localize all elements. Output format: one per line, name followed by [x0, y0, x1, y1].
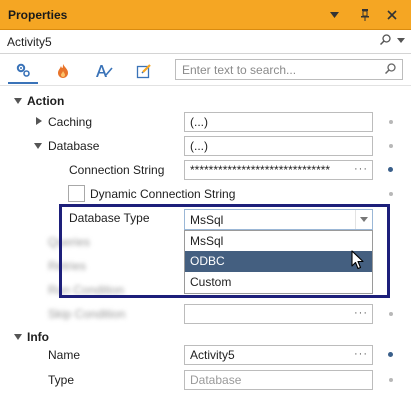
dynamic-connection-string-checkbox[interactable] — [68, 185, 85, 202]
properties-toolbar — [0, 54, 411, 86]
tab-all-properties[interactable] — [8, 58, 38, 84]
property-search[interactable] — [175, 59, 403, 80]
property-label: Database — [48, 139, 100, 153]
collapse-arrow-icon[interactable] — [34, 141, 42, 151]
category-label: Action — [27, 94, 65, 108]
search-icon[interactable] — [379, 34, 391, 48]
chevron-down-icon — [329, 12, 339, 18]
property-label: Dynamic Connection String — [90, 187, 236, 201]
modified-value-indicator[interactable] — [388, 352, 393, 357]
caching-value[interactable]: (...) — [184, 112, 373, 132]
tab-appearance[interactable] — [89, 58, 119, 84]
search-input[interactable] — [176, 60, 376, 79]
chevron-down-icon[interactable] — [397, 35, 405, 46]
pin-icon — [361, 9, 369, 21]
property-row-type[interactable]: Type Database — [0, 368, 411, 392]
flame-icon — [58, 64, 68, 78]
default-value-indicator[interactable] — [389, 144, 393, 148]
close-icon — [387, 10, 397, 20]
property-row-dynamic-connection-string[interactable]: Dynamic Connection String — [0, 182, 411, 206]
category-label: Info — [27, 330, 49, 344]
property-row-skip-condition[interactable]: Skip Condition ··· — [0, 302, 411, 326]
type-value: Database — [184, 370, 373, 390]
properties-title-bar: Properties — [0, 0, 411, 30]
window-title: Properties — [8, 8, 68, 22]
property-row-caching[interactable]: Caching (...) — [0, 110, 411, 134]
property-row-database[interactable]: Database (...) — [0, 134, 411, 158]
window-options-button[interactable] — [325, 6, 343, 24]
tab-custom[interactable] — [129, 58, 159, 84]
ellipsis-button[interactable]: ··· — [354, 348, 368, 360]
skip-condition-value[interactable]: ··· — [184, 304, 373, 324]
default-value-indicator[interactable] — [389, 120, 393, 124]
default-value-indicator[interactable] — [389, 192, 393, 196]
default-value-indicator[interactable] — [389, 312, 393, 316]
tab-events[interactable] — [48, 58, 78, 84]
default-value-indicator[interactable] — [389, 378, 393, 382]
collapse-arrow-icon[interactable] — [14, 332, 22, 342]
database-value[interactable]: (...) — [184, 136, 373, 156]
expand-arrow-icon[interactable] — [36, 117, 42, 127]
close-button[interactable] — [383, 6, 401, 24]
highlight-annotation-box — [59, 204, 390, 298]
search-icon[interactable] — [384, 63, 396, 77]
property-label: Caching — [48, 115, 93, 129]
collapse-arrow-icon[interactable] — [14, 96, 22, 106]
property-label: Connection String — [69, 163, 165, 177]
object-name: Activity5 — [7, 35, 52, 49]
ellipsis-button[interactable]: ··· — [354, 163, 368, 175]
pin-button[interactable] — [356, 6, 374, 24]
connection-string-value[interactable]: ****************************** ··· — [184, 160, 373, 180]
mouse-pointer-icon — [351, 250, 364, 270]
property-label: Skip Condition — [48, 307, 126, 321]
property-label: Type — [48, 373, 75, 387]
name-value[interactable]: Activity5 ··· — [184, 345, 373, 365]
gears-icon — [16, 63, 30, 77]
property-label: Name — [48, 348, 81, 362]
modified-value-indicator[interactable] — [388, 167, 393, 172]
property-row-connection-string[interactable]: Connection String **********************… — [0, 158, 411, 182]
object-selector[interactable]: Activity5 — [0, 30, 411, 54]
edit-note-icon — [136, 64, 151, 79]
ellipsis-button[interactable]: ··· — [354, 307, 368, 319]
font-brush-icon — [96, 65, 113, 77]
property-row-name[interactable]: Name Activity5 ··· — [0, 343, 411, 367]
